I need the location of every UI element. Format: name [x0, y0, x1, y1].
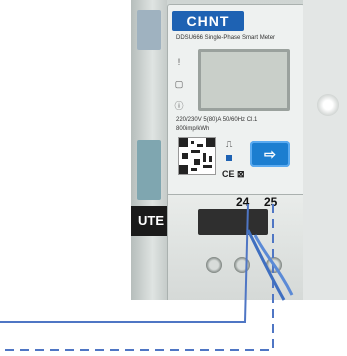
- pulse-led: [226, 155, 232, 161]
- qr-code: [178, 137, 216, 175]
- spec-text: 220/230V 5(80)A 50/60Hz Cl.1: [176, 117, 258, 123]
- breaker-label: UTE: [131, 206, 171, 236]
- cert-marks: CE ⊠: [222, 169, 245, 179]
- enclosure-wall: [303, 0, 347, 300]
- side-indicators: ! ▢ ⓘ: [174, 57, 188, 123]
- warning-icon: !: [177, 57, 181, 67]
- info-icon: ⓘ: [174, 101, 184, 111]
- page-button[interactable]: ⇨: [250, 141, 290, 167]
- pulse-icon: ⎍: [226, 139, 233, 149]
- enclosure-knob: [317, 94, 339, 116]
- square-icon: ▢: [174, 79, 184, 89]
- adjacent-breaker: [131, 0, 167, 300]
- terminal-label-25: 25: [264, 195, 278, 209]
- screw: [234, 257, 250, 273]
- lcd-display: [198, 49, 290, 111]
- brand-logo: CHNT: [172, 11, 244, 31]
- terminal-label-24: 24: [236, 195, 250, 209]
- screw: [206, 257, 222, 273]
- breaker-segment: [137, 10, 161, 50]
- impulse-text: 800imp/kWh: [176, 126, 210, 132]
- meter-photo: UTE CHNT DDSU666 Single-Phase Smart Mete…: [131, 0, 347, 300]
- smart-meter: CHNT DDSU666 Single-Phase Smart Meter ! …: [167, 4, 305, 196]
- model-text: DDSU666 Single-Phase Smart Meter: [176, 35, 276, 41]
- screw: [266, 257, 282, 273]
- terminal-cover: 24 25: [167, 194, 305, 300]
- terminal-block: [198, 209, 268, 235]
- breaker-segment: [137, 140, 161, 200]
